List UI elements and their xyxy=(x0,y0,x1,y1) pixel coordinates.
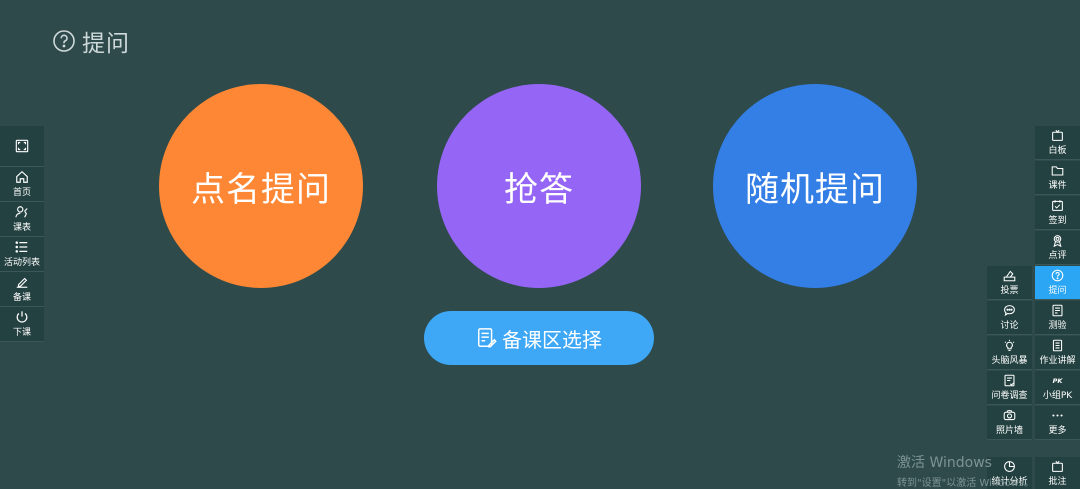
tool-more[interactable]: 更多 xyxy=(1035,406,1080,440)
tool-photo-wall[interactable]: 照片墙 xyxy=(987,406,1032,440)
tool-discussion[interactable]: 讨论 xyxy=(987,301,1032,335)
tool-label: 签到 xyxy=(1048,216,1067,226)
tool-label: 头脑风暴 xyxy=(991,356,1028,366)
tool-brainstorm[interactable]: 头脑风暴 xyxy=(987,336,1032,370)
whiteboard-icon xyxy=(1052,129,1063,141)
tool-label: 照片墙 xyxy=(995,426,1023,436)
sidebar-item-label: 备课 xyxy=(12,293,31,303)
tool-survey[interactable]: 问卷调查 xyxy=(987,371,1032,405)
award-icon xyxy=(1053,235,1062,247)
fullscreen-icon xyxy=(15,139,29,152)
question-icon xyxy=(1051,269,1064,282)
tool-label: 课件 xyxy=(1048,181,1067,191)
tool-courseware[interactable]: 课件 xyxy=(1035,161,1080,195)
tool-question[interactable]: 提问 xyxy=(1035,266,1080,300)
tool-label: 点评 xyxy=(1048,251,1067,261)
tool-label: 作业讲解 xyxy=(1039,356,1076,366)
tool-label: 白板 xyxy=(1048,146,1067,156)
folder-icon xyxy=(1051,166,1064,176)
random-question-button[interactable]: 随机提问 xyxy=(713,84,917,288)
sidebar-item-label: 首页 xyxy=(12,188,31,198)
prep-area-select-label: 备课区选择 xyxy=(502,327,602,352)
tool-label: 提问 xyxy=(1048,286,1067,296)
tool-homework-explain[interactable]: 作业讲解 xyxy=(1035,336,1080,370)
tool-label: 测验 xyxy=(1048,321,1067,331)
roll-call-question-button[interactable]: 点名提问 xyxy=(159,84,363,288)
watermark-line2: 转到"设置"以激活 Windows。 xyxy=(897,478,1035,489)
tool-checkin[interactable]: 签到 xyxy=(1035,196,1080,230)
sidebar-item-activity-list[interactable]: 活动列表 xyxy=(0,237,44,272)
annotate-icon xyxy=(1052,460,1063,472)
left-toolbar: 首页 课表 活动列表 备课 下课 xyxy=(0,126,44,342)
sidebar-item-schedule[interactable]: 课表 xyxy=(0,202,44,237)
tool-review[interactable]: 点评 xyxy=(1035,231,1080,265)
sidebar-item-label: 活动列表 xyxy=(3,258,40,268)
page-title-text: 提问 xyxy=(82,31,130,57)
tool-annotate[interactable]: 批注 xyxy=(1035,457,1080,489)
question-circle-icon xyxy=(53,30,75,52)
sidebar-item-home[interactable]: 首页 xyxy=(0,167,44,202)
sidebar-item-label: 课表 xyxy=(12,223,31,233)
checkin-icon xyxy=(1052,200,1063,211)
windows-activation-watermark: 激活 Windows 转到"设置"以激活 Windows。 xyxy=(897,452,1034,489)
power-icon xyxy=(16,311,28,323)
tool-label: 讨论 xyxy=(1000,321,1019,331)
pk-icon: PK xyxy=(1053,377,1064,385)
watermark-line1: 激活 Windows xyxy=(897,455,992,471)
home-icon xyxy=(16,170,28,183)
quick-answer-button[interactable]: 抢答 xyxy=(437,84,641,288)
more-icon xyxy=(1052,414,1063,417)
list-icon xyxy=(15,241,28,253)
tool-label: 问卷调查 xyxy=(991,391,1028,401)
tool-label: 更多 xyxy=(1048,426,1067,436)
tool-label: 批注 xyxy=(1048,476,1067,487)
tool-whiteboard[interactable]: 白板 xyxy=(1035,126,1080,160)
quiz-icon xyxy=(1052,304,1063,317)
svg-text:PK: PK xyxy=(1053,377,1064,385)
survey-icon xyxy=(1004,374,1015,387)
homework-icon xyxy=(1052,339,1063,352)
sidebar-item-end-class[interactable]: 下课 xyxy=(0,307,44,342)
photo-wall-icon xyxy=(1003,410,1016,421)
schedule-icon xyxy=(15,206,28,218)
vote-icon xyxy=(1003,270,1016,282)
sidebar-item-label: 下课 xyxy=(12,328,31,338)
sidebar-item-prep[interactable]: 备课 xyxy=(0,272,44,307)
tool-group-pk[interactable]: PK 小组PK xyxy=(1035,371,1080,405)
edit-icon xyxy=(16,277,28,288)
tool-label: 小组PK xyxy=(1042,391,1073,401)
tool-label: 投票 xyxy=(1000,286,1019,296)
discussion-icon xyxy=(1004,305,1015,317)
brainstorm-icon xyxy=(1004,339,1015,351)
notebook-edit-icon xyxy=(478,328,497,348)
tool-vote[interactable]: 投票 xyxy=(987,266,1032,300)
fullscreen-button[interactable] xyxy=(0,126,44,167)
prep-area-select-button[interactable]: 备课区选择 xyxy=(424,311,654,365)
page-title: 提问 xyxy=(52,24,130,58)
tool-quiz[interactable]: 测验 xyxy=(1035,301,1080,335)
